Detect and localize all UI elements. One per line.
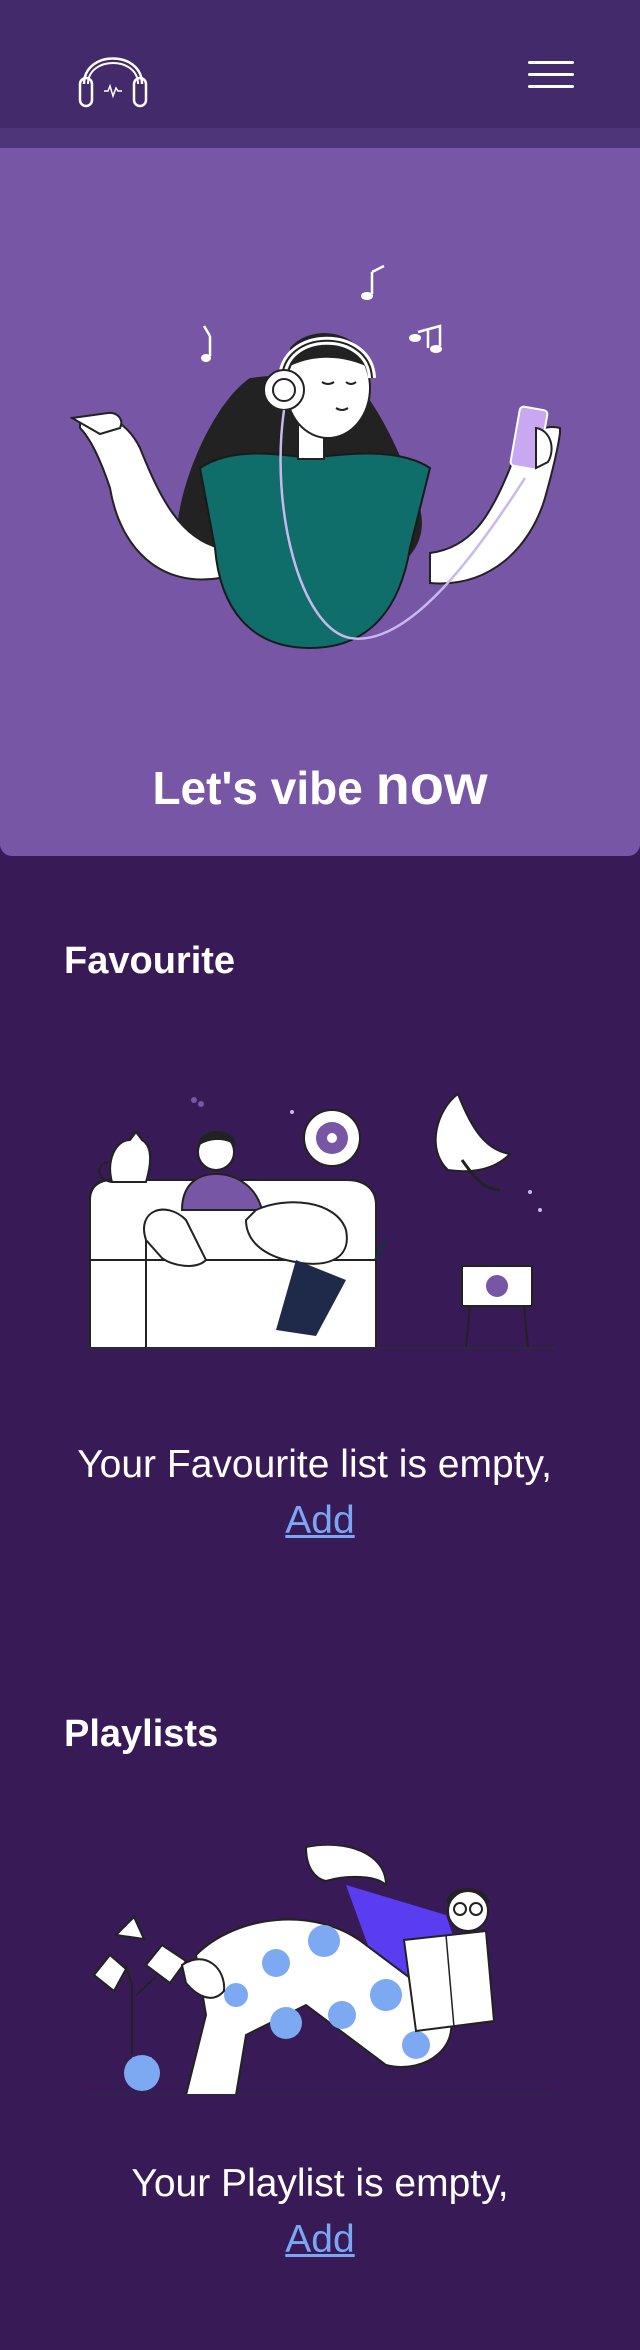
hamburger-menu-button[interactable]	[520, 55, 580, 95]
playlists-empty-text: Your Playlist is empty,	[131, 2162, 509, 2205]
couch-gramophone-illustration	[86, 1090, 556, 1355]
favourite-heading: Favourite	[64, 940, 236, 982]
menu-line	[528, 85, 574, 88]
hero-title: Let's vibe now	[0, 752, 640, 817]
favourite-empty-message: Your Favourite list is empty, Add	[70, 1437, 570, 1549]
hero-banner: Let's vibe now	[0, 148, 640, 856]
favourite-empty-text: Your Favourite list is empty,	[77, 1443, 552, 1486]
headphones-logo-icon[interactable]	[74, 38, 152, 110]
hero-title-emphasis: now	[375, 753, 488, 816]
playlists-empty-message: Your Playlist is empty, Add	[70, 2156, 570, 2268]
playlists-heading: Playlists	[64, 1713, 219, 1755]
playlists-add-link[interactable]: Add	[285, 2218, 354, 2261]
girl-with-headphones-illustration	[68, 248, 570, 658]
hero-title-prefix: Let's vibe	[152, 762, 376, 814]
favourite-add-link[interactable]: Add	[285, 1499, 354, 1542]
reading-person-illustration	[86, 1843, 556, 2096]
menu-line	[528, 73, 574, 76]
navbar-shadow-strip	[0, 128, 640, 148]
top-navbar	[0, 0, 640, 128]
menu-line	[528, 61, 574, 64]
